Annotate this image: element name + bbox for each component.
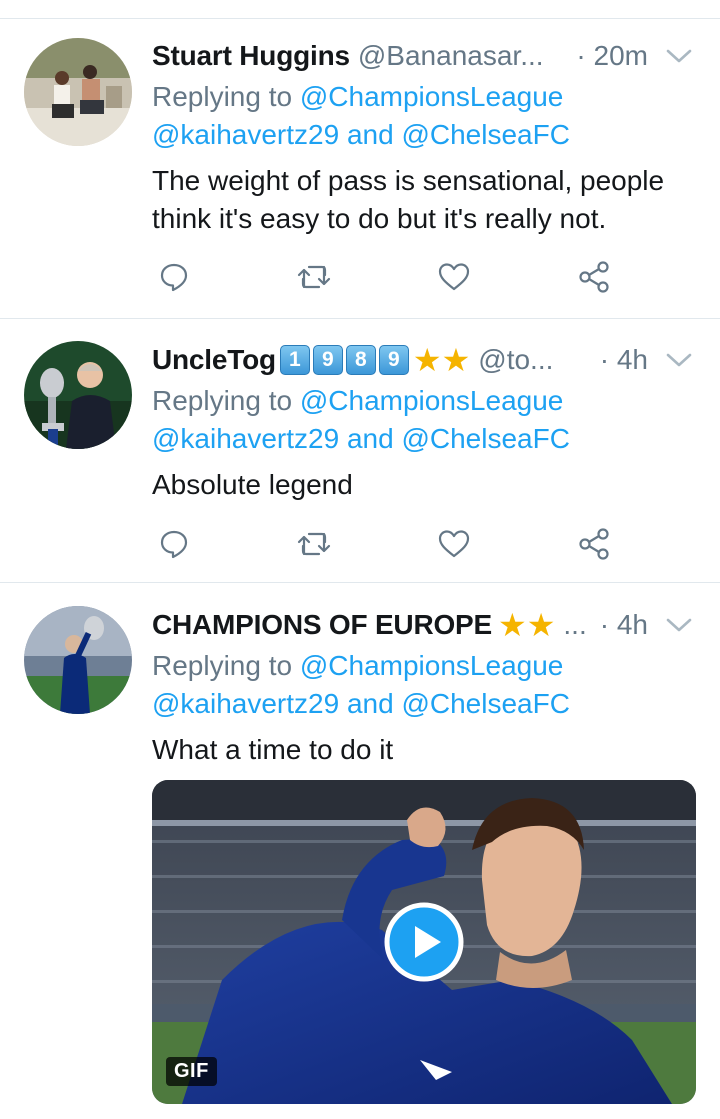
replying-to-line-2: @kaihavertz29 and @ChelseaFC	[152, 685, 570, 723]
chevron-down-icon[interactable]	[662, 605, 696, 645]
play-icon[interactable]	[384, 902, 464, 982]
gif-badge: GIF	[166, 1057, 217, 1086]
avatar[interactable]	[24, 341, 132, 449]
share-icon[interactable]	[574, 257, 614, 297]
chevron-down-icon[interactable]	[662, 340, 696, 380]
name-number-badges: 1 9 8 9	[279, 345, 412, 375]
display-name[interactable]: UncleTog	[152, 344, 276, 376]
mention-link[interactable]: @kaihavertz29	[152, 119, 339, 150]
number-badge: 1	[279, 345, 310, 375]
tweet-actions	[152, 524, 622, 564]
display-name[interactable]: Stuart Huggins	[152, 40, 350, 72]
replying-to-line-2: @kaihavertz29 and @ChelseaFC	[152, 116, 570, 154]
tweet-header: UncleTog 1 9 8 9 ★★ @to... · 4h	[152, 340, 696, 380]
display-name[interactable]: CHAMPIONS OF EUROPE	[152, 609, 492, 641]
tweet-text: Absolute legend	[152, 466, 696, 504]
mention-link[interactable]: @ChampionsLeague	[300, 81, 563, 112]
mention-link[interactable]: @ChelseaFC	[401, 119, 569, 150]
mention-link[interactable]: @kaihavertz29	[152, 688, 339, 719]
mention-joiner: and	[346, 423, 394, 454]
replying-to-line-2: @kaihavertz29 and @ChelseaFC	[152, 420, 570, 458]
tweet-header: Stuart Huggins @Bananasar... · 20m	[152, 36, 696, 76]
mention-joiner: and	[346, 119, 394, 150]
reply-icon[interactable]	[154, 524, 194, 564]
star-icon: ★★	[412, 342, 471, 378]
star-icon: ★★	[498, 607, 556, 643]
mention-link[interactable]: @ChelseaFC	[401, 423, 569, 454]
tweet-text-line: What a time to do it	[152, 734, 394, 765]
user-handle[interactable]: @Bananasar...	[358, 40, 544, 72]
tweet-header: CHAMPIONS OF EUROPE ★★ ... · 4h	[152, 605, 696, 645]
mention-link[interactable]: @kaihavertz29	[152, 423, 339, 454]
mention-joiner: and	[346, 688, 394, 719]
like-icon[interactable]	[434, 257, 474, 297]
tweet-actions	[152, 257, 622, 297]
mention-link[interactable]: @ChampionsLeague	[300, 385, 563, 416]
mention-link[interactable]: @ChampionsLeague	[300, 650, 563, 681]
chevron-down-icon[interactable]	[662, 36, 696, 76]
number-badge: 8	[345, 345, 376, 375]
tweet-1[interactable]: Stuart Huggins @Bananasar... · 20m Reply…	[0, 0, 720, 318]
tweet-text-line: think it's easy to do but it's really no…	[152, 203, 607, 234]
replying-to: Replying to @ChampionsLeague	[152, 647, 563, 685]
number-badge: 9	[378, 345, 409, 375]
share-icon[interactable]	[574, 524, 614, 564]
tweet-text: What a time to do it	[152, 731, 696, 769]
number-badge: 9	[312, 345, 343, 375]
like-icon[interactable]	[434, 524, 474, 564]
timestamp[interactable]: · 4h	[588, 344, 648, 376]
reply-icon[interactable]	[154, 257, 194, 297]
gif-media[interactable]: GIF	[152, 780, 696, 1104]
replying-prefix: Replying to	[152, 385, 293, 416]
replying-prefix: Replying to	[152, 650, 293, 681]
timestamp[interactable]: · 4h	[600, 609, 648, 641]
replying-prefix: Replying to	[152, 81, 293, 112]
tweet-text-line: The weight of pass is sensational, peopl…	[152, 165, 665, 196]
replying-to: Replying to @ChampionsLeague	[152, 382, 563, 420]
timestamp[interactable]: · 20m	[564, 40, 648, 72]
avatar[interactable]	[24, 606, 132, 714]
tweet-text: The weight of pass is sensational, peopl…	[152, 162, 696, 238]
tweet-2[interactable]: UncleTog 1 9 8 9 ★★ @to... · 4h Replying…	[0, 319, 720, 582]
replying-to: Replying to @ChampionsLeague	[152, 78, 563, 116]
retweet-icon[interactable]	[294, 524, 334, 564]
tweet-divider	[0, 582, 720, 583]
retweet-icon[interactable]	[294, 257, 334, 297]
tweet-text-line: Absolute legend	[152, 469, 353, 500]
mention-link[interactable]: @ChelseaFC	[401, 688, 569, 719]
user-handle[interactable]: ...	[563, 609, 586, 641]
avatar[interactable]	[24, 38, 132, 146]
user-handle[interactable]: @to...	[478, 344, 553, 376]
